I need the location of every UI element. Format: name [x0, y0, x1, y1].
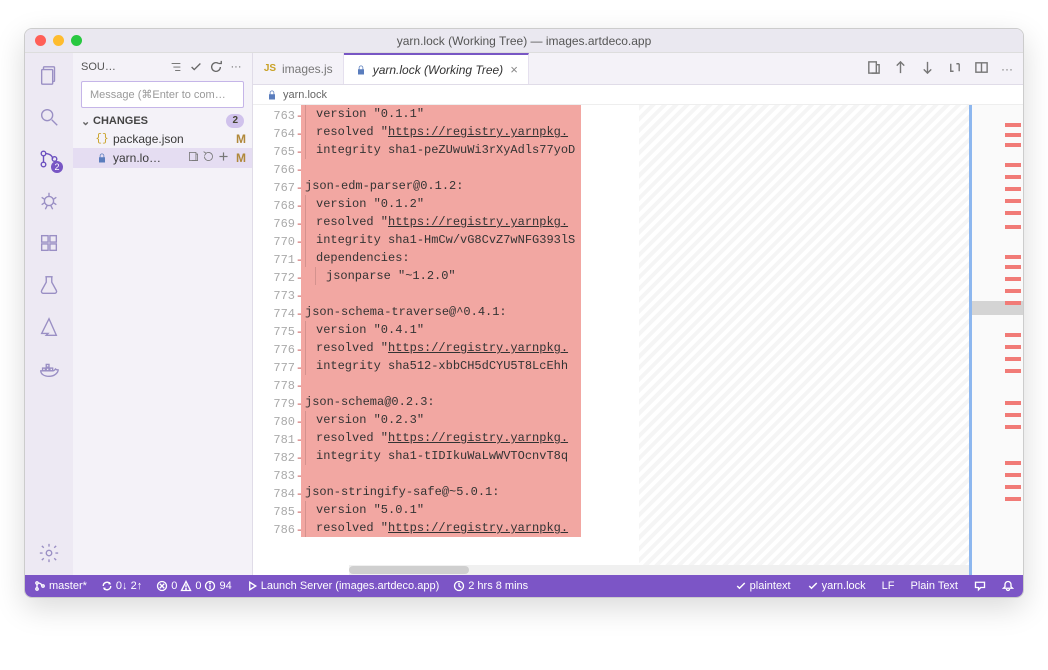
debug-icon[interactable]: [37, 189, 61, 213]
next-change-icon[interactable]: [920, 60, 935, 78]
json-file-icon: {}: [95, 132, 109, 146]
js-file-icon: JS: [263, 62, 277, 76]
go-to-file-icon[interactable]: [866, 60, 881, 78]
extensions-icon[interactable]: [37, 231, 61, 255]
more-actions-icon[interactable]: ···: [1001, 62, 1013, 76]
vscode-window: yarn.lock (Working Tree) — images.artdec…: [24, 28, 1024, 598]
time-status[interactable]: 2 hrs 8 mins: [450, 580, 531, 592]
file-actions: [187, 150, 230, 166]
settings-gear-icon[interactable]: [37, 541, 61, 565]
prev-change-icon[interactable]: [893, 60, 908, 78]
stage-plus-icon[interactable]: [217, 150, 230, 166]
discard-icon[interactable]: [202, 150, 215, 166]
editor-actions: ···: [856, 53, 1023, 84]
sidebar: SOU… ··· Message (⌘Enter to com… ⌄ CHANG…: [73, 53, 253, 575]
open-file-icon[interactable]: [187, 150, 200, 166]
more-icon[interactable]: ···: [228, 59, 244, 75]
docker-icon[interactable]: [37, 357, 61, 381]
refresh-icon[interactable]: [208, 59, 224, 75]
lang-yarnlock[interactable]: yarn.lock: [804, 580, 869, 592]
eol-status[interactable]: LF: [879, 580, 898, 592]
mode-status[interactable]: Plain Text: [908, 580, 962, 592]
test-icon[interactable]: [37, 273, 61, 297]
split-editor-icon[interactable]: [974, 60, 989, 78]
view-tree-icon[interactable]: [168, 59, 184, 75]
problems-status[interactable]: 0 0 94: [153, 580, 235, 592]
sidebar-title: SOU…: [81, 61, 164, 73]
chevron-down-icon: ⌄: [81, 115, 91, 128]
file-status: M: [234, 132, 248, 146]
file-row-package-json[interactable]: {} package.json M: [73, 130, 252, 148]
breadcrumb-label: yarn.lock: [283, 89, 327, 101]
changes-section[interactable]: ⌄ CHANGES 2: [73, 112, 252, 130]
lock-file-icon: [265, 88, 279, 102]
whitespace-icon[interactable]: [947, 60, 962, 78]
scrollbar-thumb[interactable]: [349, 566, 469, 574]
sync-status[interactable]: 0↓ 2↑: [98, 580, 145, 592]
diff-empty-pane: [639, 105, 969, 575]
tab-yarn-lock[interactable]: yarn.lock (Working Tree) ×: [344, 53, 529, 84]
scm-badge: 2: [51, 161, 63, 173]
titlebar[interactable]: yarn.lock (Working Tree) — images.artdec…: [25, 29, 1023, 53]
status-bar: master* 0↓ 2↑ 0 0 94 Launch Server (imag…: [25, 575, 1023, 597]
code-area: 7637647657667677687697707717727737747757…: [253, 105, 1023, 575]
breadcrumb[interactable]: yarn.lock: [253, 85, 1023, 105]
editor-group: JS images.js yarn.lock (Working Tree) × …: [253, 53, 1023, 575]
branch-status[interactable]: master*: [31, 580, 90, 592]
activity-bar: 2: [25, 53, 73, 575]
tab-label: yarn.lock (Working Tree): [373, 63, 503, 77]
bell-icon[interactable]: [999, 580, 1017, 592]
close-tab-icon[interactable]: ×: [510, 63, 518, 76]
feedback-icon[interactable]: [971, 580, 989, 592]
search-icon[interactable]: [37, 105, 61, 129]
traffic-lights: [35, 35, 82, 46]
azure-icon[interactable]: [37, 315, 61, 339]
minimap[interactable]: [969, 105, 1023, 575]
tab-label: images.js: [282, 62, 333, 76]
horizontal-scrollbar[interactable]: [349, 565, 969, 575]
lang-plaintext[interactable]: plaintext: [732, 580, 794, 592]
window-body: 2 SOU… ··· Message (⌘Enter to com… ⌄ CHA…: [25, 53, 1023, 575]
explorer-icon[interactable]: [37, 63, 61, 87]
code-content[interactable]: version "0.1.1"resolved "https://registr…: [301, 105, 1023, 575]
file-row-yarn-lock[interactable]: yarn.lo… M: [73, 148, 252, 168]
tab-strip: JS images.js yarn.lock (Working Tree) × …: [253, 53, 1023, 85]
changes-count: 2: [226, 114, 244, 128]
scm-icon[interactable]: 2: [37, 147, 61, 171]
window-title: yarn.lock (Working Tree) — images.artdec…: [25, 34, 1023, 48]
removed-block: version "0.1.1"resolved "https://registr…: [301, 105, 581, 537]
launch-status[interactable]: Launch Server (images.artdeco.app): [243, 580, 443, 592]
section-label: CHANGES: [93, 115, 148, 127]
minimize-window-icon[interactable]: [53, 35, 64, 46]
file-status: M: [234, 151, 248, 165]
close-window-icon[interactable]: [35, 35, 46, 46]
file-label: package.json: [113, 132, 226, 146]
sidebar-header: SOU… ···: [73, 53, 252, 81]
commit-check-icon[interactable]: [188, 59, 204, 75]
line-gutter: 7637647657667677687697707717727737747757…: [253, 105, 301, 575]
lock-file-icon: [95, 151, 109, 165]
commit-message-input[interactable]: Message (⌘Enter to com…: [81, 81, 244, 108]
file-label: yarn.lo…: [113, 151, 183, 165]
tab-images-js[interactable]: JS images.js: [253, 53, 344, 84]
zoom-window-icon[interactable]: [71, 35, 82, 46]
lock-file-icon: [354, 63, 368, 77]
